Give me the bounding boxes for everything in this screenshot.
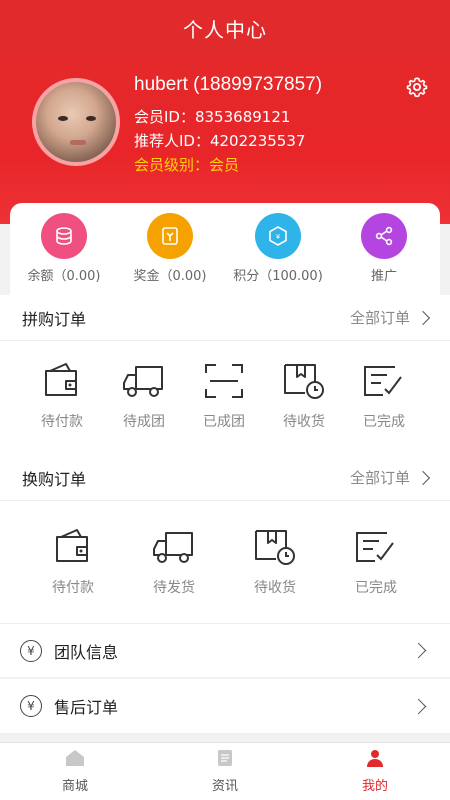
order-pending-receipt[interactable]: 待收货 [264, 361, 344, 431]
scan-icon [205, 364, 243, 398]
edit-check-icon [364, 366, 402, 396]
balance-label: 余额（0.00) [27, 269, 101, 284]
gear-icon[interactable] [406, 76, 428, 98]
order-status-label: 待收货 [254, 580, 296, 596]
profile-header: hubert (18899737857) 会员ID：8353689121 推荐人… [0, 56, 450, 224]
exchange-pending-payment[interactable]: 待付款 [33, 527, 113, 597]
points-icon: ¥ [255, 213, 301, 259]
bonus-label: 奖金（0.00) [133, 269, 207, 284]
svg-text:¥: ¥ [276, 233, 281, 241]
chevron-right-icon [415, 470, 431, 485]
order-status-label: 待付款 [52, 580, 94, 596]
avatar[interactable] [32, 78, 120, 166]
coins-icon [41, 213, 87, 259]
referrer-id: 推荐人ID：4202235537 [134, 132, 306, 150]
exchange-completed[interactable]: 已完成 [336, 527, 416, 597]
package-clock-icon [255, 530, 295, 565]
order-status-label: 待发货 [153, 580, 195, 596]
order-status-label: 待成团 [123, 414, 165, 430]
order-status-label: 已成团 [203, 414, 245, 430]
tab-news[interactable]: 资讯 [185, 749, 265, 794]
menu-label: 售后订单 [54, 698, 119, 717]
home-icon [66, 750, 84, 766]
section-title: 换购订单 [22, 469, 87, 489]
bottom-tab-bar: 商城 资讯 我的 [0, 742, 450, 800]
wallet-card: 余额（0.00) 奖金（0.00) ¥ 积分（100.00) 推广 [10, 203, 440, 295]
yen-icon: ¥ [20, 639, 42, 662]
truck-icon [123, 366, 163, 397]
tab-label: 我的 [361, 779, 388, 794]
wallet-icon [56, 529, 88, 562]
order-completed[interactable]: 已完成 [344, 361, 424, 431]
order-pending-group[interactable]: 待成团 [104, 361, 184, 431]
tab-mine[interactable]: 我的 [335, 749, 415, 794]
user-icon [367, 750, 383, 767]
points-stat[interactable]: ¥ 积分（100.00) [228, 213, 328, 284]
username: hubert (18899737857) [134, 74, 323, 95]
document-icon [218, 750, 232, 766]
group-orders-header: 拼购订单 全部订单 [0, 295, 450, 341]
title-bar: 个人中心 [0, 0, 450, 56]
points-label: 积分（100.00) [233, 269, 323, 284]
exchange-pending-receipt[interactable]: 待收货 [235, 527, 315, 597]
tab-mall[interactable]: 商城 [35, 749, 115, 794]
chevron-right-icon [410, 642, 427, 659]
yen-icon: ¥ [20, 695, 42, 717]
order-status-label: 已完成 [355, 580, 397, 596]
order-status-label: 已完成 [363, 414, 405, 430]
tab-label: 资讯 [211, 779, 238, 794]
edit-check-icon [356, 532, 394, 562]
promote-stat[interactable]: 推广 [334, 213, 434, 284]
team-info-row[interactable]: ¥ 团队信息 [0, 623, 450, 678]
share-icon [361, 213, 407, 259]
member-id: 会员ID：8353689121 [134, 108, 291, 126]
exchange-pending-shipment[interactable]: 待发货 [134, 527, 214, 597]
order-status-label: 待付款 [41, 414, 83, 430]
truck-icon [153, 532, 193, 563]
promote-label: 推广 [370, 269, 397, 284]
bonus-stat[interactable]: 奖金（0.00) [120, 213, 220, 284]
chevron-right-icon [415, 310, 431, 325]
package-clock-icon [284, 364, 324, 399]
group-orders-section: 拼购订单 全部订单 待付款 待成团 已成团 待收货 已完成 [0, 295, 450, 455]
section-title: 拼购订单 [22, 309, 87, 329]
bonus-icon [147, 213, 193, 259]
balance-stat[interactable]: 余额（0.00) [14, 213, 114, 284]
menu-label: 团队信息 [54, 642, 119, 662]
order-status-label: 待收货 [283, 414, 325, 430]
exchange-orders-section: 换购订单 全部订单 待付款 待发货 待收货 已完成 [0, 455, 450, 623]
page-title: 个人中心 [183, 17, 267, 42]
wallet-icon [45, 363, 77, 396]
exchange-orders-header: 换购订单 全部订单 [0, 455, 450, 501]
tab-label: 商城 [61, 779, 88, 794]
all-orders-link[interactable]: 全部订单 [350, 467, 431, 488]
all-orders-link[interactable]: 全部订单 [350, 307, 431, 328]
member-level: 会员级别：会员 [134, 156, 240, 174]
order-pending-payment[interactable]: 待付款 [22, 361, 102, 431]
chevron-right-icon [410, 698, 427, 714]
after-sales-row[interactable]: ¥ 售后订单 [0, 679, 450, 734]
order-grouped[interactable]: 已成团 [184, 361, 264, 431]
